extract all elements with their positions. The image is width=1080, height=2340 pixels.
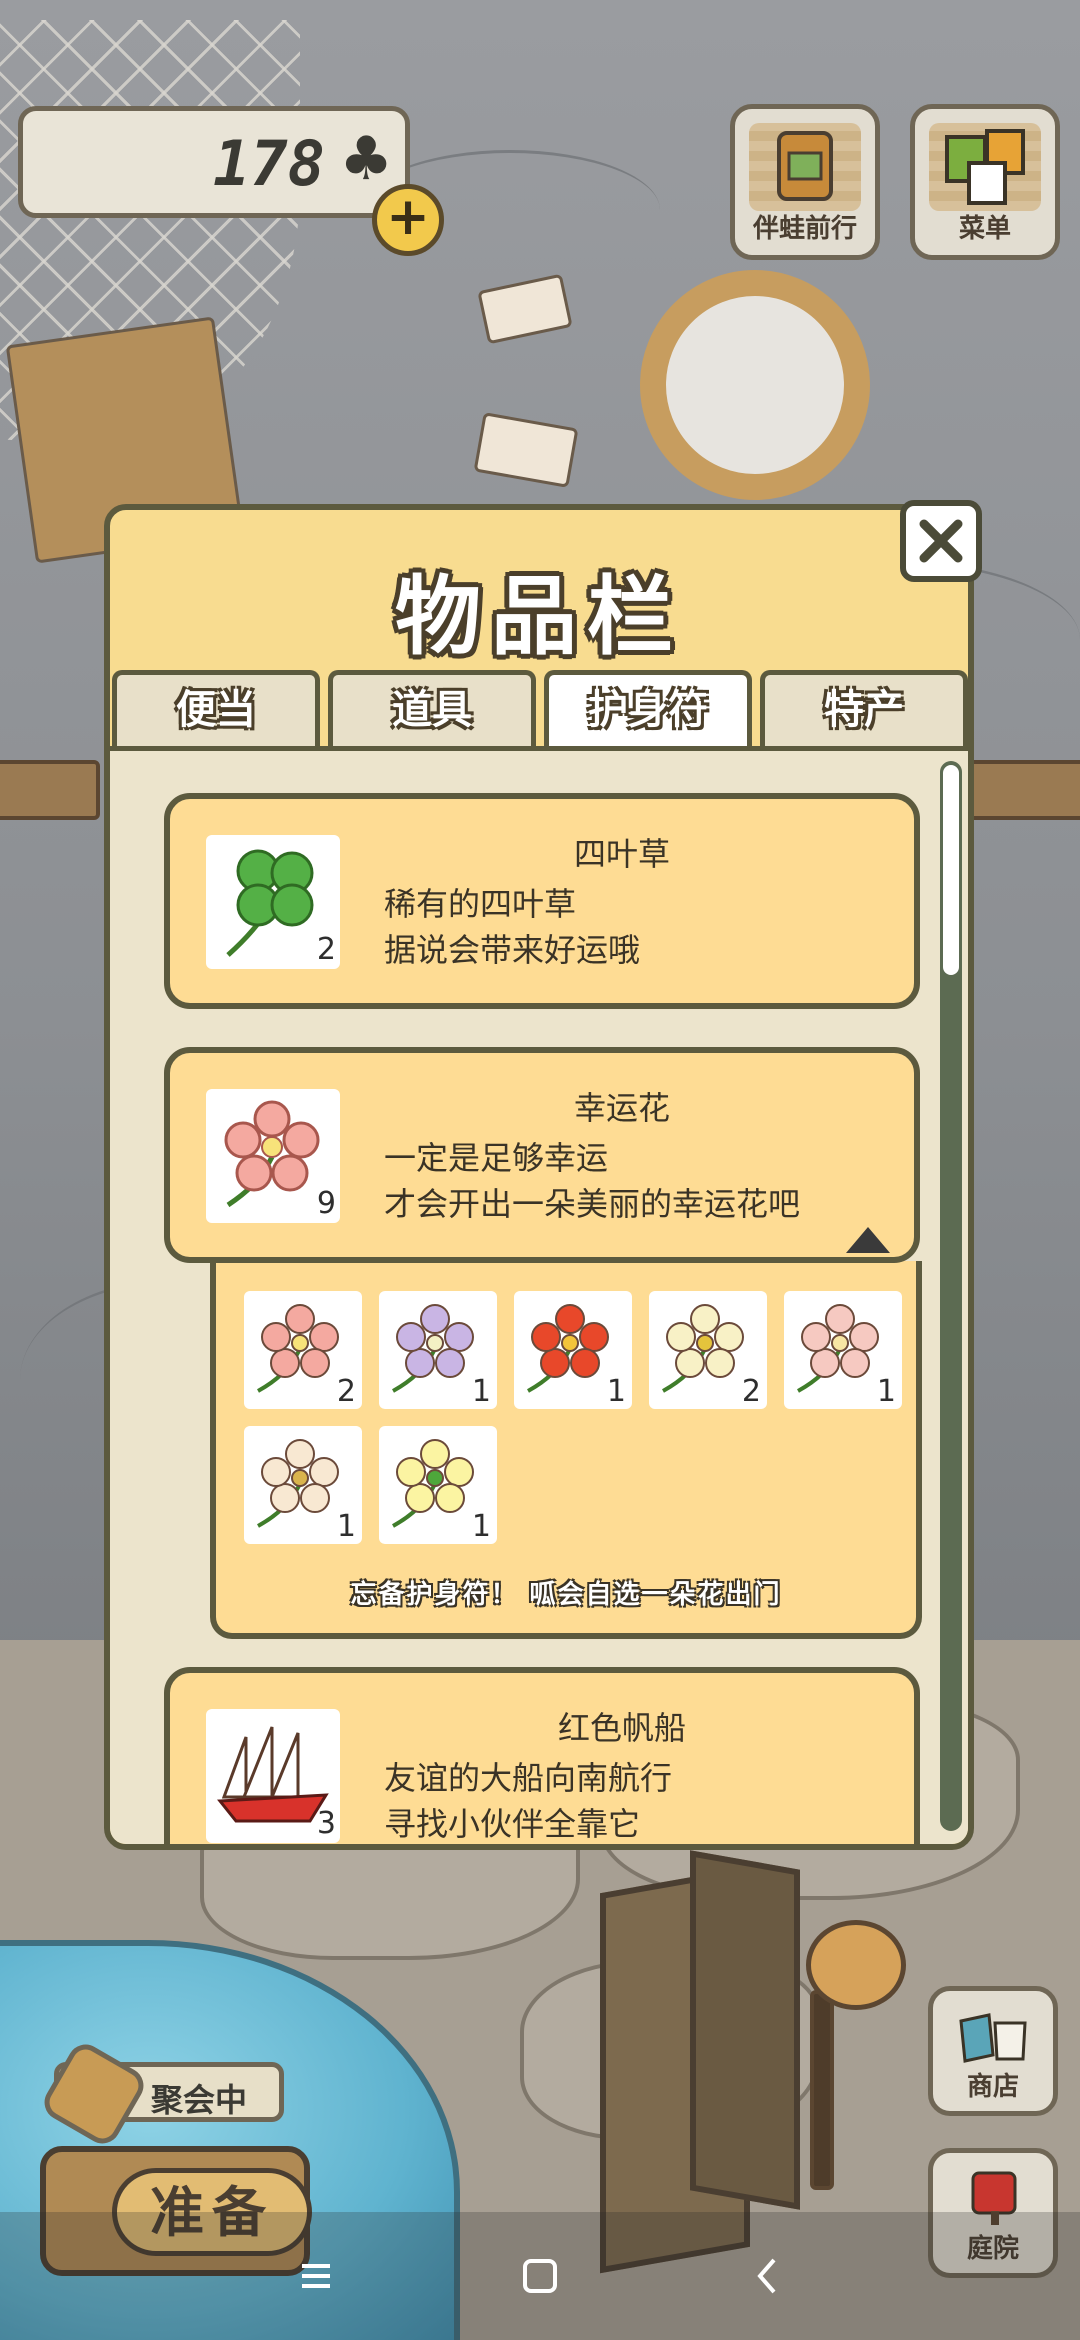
item-desc-line: 才会开出一朵美丽的幸运花吧 (384, 1185, 801, 1223)
tab-bar: 便当 道具 护身符 特产 (110, 670, 968, 746)
item-name: 幸运花 (573, 1089, 670, 1127)
scrollbar-thumb[interactable] (943, 765, 959, 975)
dialog-title: 物品栏 (395, 567, 683, 667)
collapse-arrow-icon[interactable] (846, 1227, 890, 1253)
add-clover-button[interactable]: + (372, 184, 444, 256)
party-label: 聚会中 (151, 2081, 248, 2119)
menu-cards-icon (929, 123, 1041, 211)
chevron-back-icon[interactable] (738, 2246, 798, 2306)
menu-label: 菜单 (958, 214, 1011, 244)
item-list[interactable]: 2 四叶草 稀有的四叶草 据说会带来好运哦 2 1 1 2 1 1 1 忘备护身符！ 呱会自… (110, 746, 968, 1844)
variant-quantity: 1 (336, 1509, 356, 1544)
flower-variant[interactable]: 1 (514, 1291, 632, 1409)
menu-button[interactable]: 菜单 (910, 104, 1060, 260)
variant-quantity: 1 (471, 1374, 491, 1409)
item-quantity: 2 (316, 932, 336, 967)
item-name: 四叶草 (573, 835, 670, 873)
travel-label: 伴蛙前行 (752, 214, 857, 244)
flower-variant[interactable]: 1 (379, 1426, 497, 1544)
item-desc-line: 寻找小伙伴全靠它 (384, 1805, 641, 1843)
shop-label: 商店 (966, 2072, 1019, 2102)
system-nav-bar (0, 2212, 1080, 2340)
flower-variant[interactable]: 1 (784, 1291, 902, 1409)
charm-tip: 忘备护身符！ 呱会自选一朵花出门 (350, 1580, 782, 1610)
item-description: 友谊的大船向南航行 寻找小伙伴全靠它 (384, 1755, 672, 1844)
item-name: 红色帆船 (557, 1709, 686, 1747)
list-item[interactable]: 3 红色帆船 友谊的大船向南航行 寻找小伙伴全靠它 (164, 1667, 920, 1844)
item-thumbnail: 9 (206, 1089, 340, 1223)
red-sailboat-icon (217, 1726, 329, 1823)
scrollbar[interactable] (940, 761, 962, 1831)
item-desc-line: 友谊的大船向南航行 (384, 1759, 673, 1797)
item-quantity: 3 (316, 1806, 336, 1841)
list-item[interactable]: 2 四叶草 稀有的四叶草 据说会带来好运哦 (164, 793, 920, 1009)
folding-screen (690, 1850, 800, 2210)
wall-clock (640, 270, 870, 500)
clover-icon: ♣ (339, 124, 393, 194)
item-quantity: 9 (316, 1186, 336, 1221)
tab-bento[interactable]: 便当 (112, 670, 320, 746)
variant-quantity: 1 (606, 1374, 626, 1409)
item-desc-line: 据说会带来好运哦 (384, 931, 641, 969)
four-leaf-clover-icon (226, 849, 314, 957)
square-home-icon[interactable] (510, 2246, 570, 2306)
tab-tools[interactable]: 道具 (328, 670, 536, 746)
tab-charms[interactable]: 护身符 (544, 670, 752, 746)
shop-button[interactable]: 商店 (928, 1986, 1058, 2116)
flower-variant[interactable]: 1 (244, 1426, 362, 1544)
lucky-flower-icon (224, 1100, 320, 1208)
lantern (806, 1920, 906, 2010)
list-item[interactable]: 9 幸运花 一定是足够幸运 才会开出一朵美丽的幸运花吧 (164, 1047, 920, 1263)
menu-lines-icon[interactable] (286, 2246, 346, 2306)
flower-variant[interactable]: 2 (244, 1291, 362, 1409)
item-thumbnail: 2 (206, 835, 340, 969)
shelf (960, 760, 1080, 820)
backpack-icon (749, 123, 861, 211)
inventory-dialog: 物品栏 便当 道具 护身符 特产 2 四叶草 稀有的四叶草 据说会带来好运哦 2… (104, 500, 982, 1850)
close-icon (919, 519, 963, 563)
party-status[interactable]: 聚会中 (37, 2037, 284, 2151)
shelf (0, 760, 100, 820)
lamp-post (810, 1990, 834, 2190)
item-description: 稀有的四叶草 据说会带来好运哦 (384, 881, 640, 973)
close-button[interactable] (900, 500, 982, 582)
item-thumbnail: 3 (206, 1709, 340, 1843)
variant-quantity: 1 (471, 1509, 491, 1544)
flower-variants-panel: 2 1 1 2 1 1 1 忘备护身符！ 呱会自选一朵花出门 (210, 1261, 922, 1639)
variant-quantity: 2 (741, 1374, 761, 1409)
clover-count: 178 (213, 127, 325, 200)
clover-counter: 178 ♣ (18, 106, 410, 218)
flower-variant[interactable]: 2 (649, 1291, 767, 1409)
tab-specialties[interactable]: 特产 (760, 670, 968, 746)
item-desc-line: 稀有的四叶草 (384, 885, 577, 923)
flower-variant[interactable]: 1 (379, 1291, 497, 1409)
item-description: 一定是足够幸运 才会开出一朵美丽的幸运花吧 (384, 1135, 800, 1227)
shop-bags-icon (955, 2003, 1033, 2065)
travel-button[interactable]: 伴蛙前行 (730, 104, 880, 260)
item-desc-line: 一定是足够幸运 (384, 1139, 609, 1177)
variant-quantity: 1 (876, 1374, 896, 1409)
variant-quantity: 2 (336, 1374, 356, 1409)
